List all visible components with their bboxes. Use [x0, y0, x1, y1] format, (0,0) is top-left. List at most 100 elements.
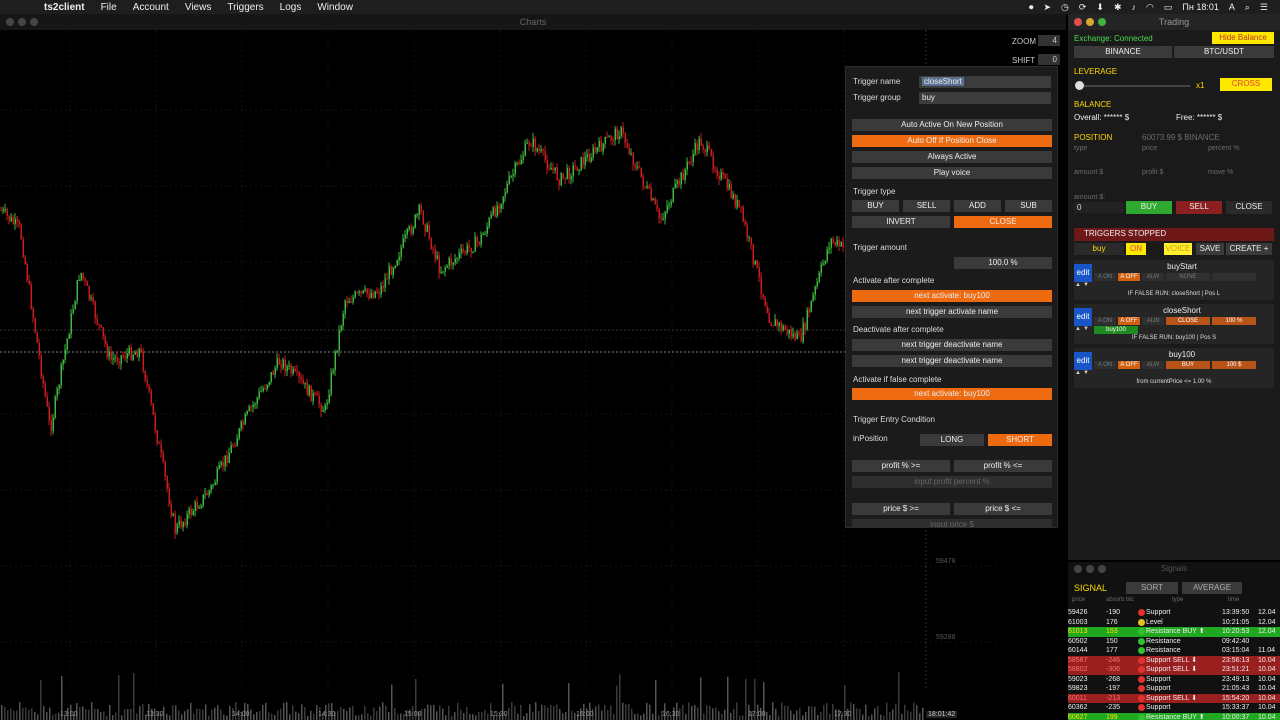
- create-trigger-button[interactable]: CREATE +: [1226, 243, 1272, 255]
- type-sell-button[interactable]: SELL: [903, 200, 950, 212]
- edit-trigger-button[interactable]: edit: [1074, 264, 1092, 282]
- trigger-group-select[interactable]: buy: [1074, 243, 1124, 255]
- move-down-icon[interactable]: ▼: [1083, 326, 1089, 332]
- signal-row[interactable]: 60011 -213 Support SELL ⬇ 15:54:20 10.04: [1068, 693, 1280, 703]
- average-button[interactable]: AVERAGE: [1182, 582, 1242, 594]
- zoom-window-icon[interactable]: [1098, 18, 1106, 26]
- move-down-icon[interactable]: ▼: [1083, 282, 1089, 288]
- signal-row[interactable]: 59823 -197 Support 21:05:43 10.04: [1068, 684, 1280, 694]
- clock-text[interactable]: Пн 18:01: [1182, 2, 1218, 12]
- trigger-group-input[interactable]: buy: [919, 92, 1051, 104]
- short-button[interactable]: SHORT: [988, 434, 1052, 446]
- cross-button[interactable]: CROSS: [1220, 78, 1272, 91]
- zoom-value[interactable]: 4: [1038, 35, 1060, 46]
- trigger-name-input[interactable]: closeShort: [919, 76, 1051, 88]
- input-source-icon[interactable]: A: [1229, 2, 1235, 12]
- menu-app[interactable]: ts2client: [36, 2, 93, 13]
- play-voice-button[interactable]: Play voice: [852, 167, 1052, 179]
- location-icon[interactable]: ➤: [1043, 2, 1051, 13]
- menu-logs[interactable]: Logs: [272, 2, 310, 13]
- menu-icon[interactable]: ☰: [1260, 2, 1268, 13]
- triggers-stopped-banner[interactable]: TRIGGERS STOPPED: [1074, 228, 1274, 241]
- pair-select[interactable]: BTC/USDT: [1174, 46, 1274, 58]
- move-up-icon[interactable]: ▲: [1075, 326, 1081, 332]
- signal-row[interactable]: 58587 -246 Support SELL ⬇ 23:56:13 10.04: [1068, 655, 1280, 665]
- move-up-icon[interactable]: ▲: [1075, 370, 1081, 376]
- trigger-card[interactable]: edit buyStart A ON A OFF ALW NONE ▲ ▼ IF…: [1074, 260, 1274, 300]
- close-window-icon[interactable]: [6, 18, 14, 26]
- auto-off-position-close-button[interactable]: Auto Off If Position Close: [852, 135, 1052, 147]
- sell-button[interactable]: SELL: [1176, 201, 1222, 214]
- auto-active-new-position-button[interactable]: Auto Active On New Position: [852, 119, 1052, 131]
- volume-icon[interactable]: ♪: [1132, 2, 1137, 12]
- move-up-icon[interactable]: ▲: [1075, 282, 1081, 288]
- clock-icon[interactable]: ◷: [1061, 2, 1069, 13]
- sync-icon[interactable]: ⟳: [1079, 2, 1087, 13]
- wifi-icon[interactable]: ◠: [1146, 2, 1154, 13]
- edit-trigger-button[interactable]: edit: [1074, 352, 1092, 370]
- close-window-icon[interactable]: [1074, 565, 1082, 573]
- next-trigger-deactivate-button[interactable]: next trigger deactivate name: [852, 339, 1052, 351]
- minimize-window-icon[interactable]: [1086, 565, 1094, 573]
- profit-ge-button[interactable]: profit % >=: [852, 460, 950, 472]
- menu-account[interactable]: Account: [125, 2, 177, 13]
- next-activate-button[interactable]: next activate: buy100: [852, 290, 1052, 302]
- trigger-card[interactable]: edit closeShort A ON A OFF ALW CLOSE 100…: [1074, 304, 1274, 344]
- download-icon[interactable]: ⬇: [1096, 2, 1104, 13]
- price-le-button[interactable]: price $ <=: [954, 503, 1052, 515]
- type-close-button[interactable]: CLOSE: [954, 216, 1052, 228]
- group-on-toggle[interactable]: ON: [1126, 243, 1146, 255]
- signal-row[interactable]: 61013 153 Resistance BUY ⬆ 10:20:53 12.04: [1068, 627, 1280, 637]
- exchange-select[interactable]: BINANCE: [1074, 46, 1172, 58]
- signal-row[interactable]: 59426 -190 Support 13:39:50 12.04: [1068, 608, 1280, 618]
- sort-button[interactable]: SORT: [1126, 582, 1178, 594]
- search-icon[interactable]: ⌕: [1245, 2, 1250, 13]
- next-trigger-deactivate-button[interactable]: next trigger deactivate name: [852, 355, 1052, 367]
- zoom-window-icon[interactable]: [30, 18, 38, 26]
- price-ge-button[interactable]: price $ >=: [852, 503, 950, 515]
- always-active-button[interactable]: Always Active: [852, 151, 1052, 163]
- shift-value[interactable]: 0: [1038, 54, 1060, 65]
- type-invert-button[interactable]: INVERT: [852, 216, 950, 228]
- minimize-window-icon[interactable]: [1086, 18, 1094, 26]
- type-add-button[interactable]: ADD: [954, 200, 1001, 212]
- type-buy-button[interactable]: BUY: [852, 200, 899, 212]
- signal-row[interactable]: 60144 177 Resistance 03:15:04 11.04: [1068, 646, 1280, 656]
- signal-row[interactable]: 60627 199 Resistance BUY ⬆ 10:00:37 10.04: [1068, 712, 1280, 720]
- menu-file[interactable]: File: [93, 2, 125, 13]
- buy-button[interactable]: BUY: [1126, 201, 1172, 214]
- next-trigger-activate-button[interactable]: next trigger activate name: [852, 306, 1052, 318]
- hide-balance-button[interactable]: Hide Balance: [1212, 32, 1274, 44]
- record-icon[interactable]: ⏺: [1029, 2, 1034, 13]
- signal-row[interactable]: 60362 -235 Support 15:33:37 10.04: [1068, 703, 1280, 713]
- battery-icon[interactable]: ▭: [1164, 2, 1173, 13]
- bluetooth-icon[interactable]: ✱: [1114, 2, 1122, 13]
- profit-le-button[interactable]: profit % <=: [954, 460, 1052, 472]
- price-input[interactable]: input price $: [852, 519, 1052, 527]
- signal-row[interactable]: 60502 150 Resistance 09:42:40: [1068, 637, 1280, 647]
- long-button[interactable]: LONG: [920, 434, 984, 446]
- zoom-window-icon[interactable]: [1098, 565, 1106, 573]
- next-activate-false-button[interactable]: next activate: buy100: [852, 388, 1052, 400]
- close-window-icon[interactable]: [1074, 18, 1082, 26]
- save-triggers-button[interactable]: SAVE: [1196, 243, 1224, 255]
- signal-row[interactable]: 58802 -306 Support SELL ⬇ 23:51:21 10.04: [1068, 665, 1280, 675]
- edit-trigger-button[interactable]: edit: [1074, 308, 1092, 326]
- move-down-icon[interactable]: ▼: [1083, 370, 1089, 376]
- signal-row[interactable]: 59023 -268 Support 23:49:13 10.04: [1068, 675, 1280, 685]
- voice-toggle[interactable]: VOICE: [1164, 243, 1192, 255]
- trigger-card[interactable]: edit buy100 A ON A OFF ALW BUY 100 $ ▲ ▼…: [1074, 348, 1274, 388]
- signals-table[interactable]: 59426 -190 Support 13:39:50 12.04 61003 176 Lev…: [1068, 608, 1280, 720]
- trigger-amount-input[interactable]: 100.0 %: [954, 257, 1052, 269]
- menu-window[interactable]: Window: [309, 2, 361, 13]
- type-sub-button[interactable]: SUB: [1005, 200, 1052, 212]
- leverage-slider-handle[interactable]: [1075, 81, 1084, 90]
- amount-input[interactable]: 0: [1074, 202, 1124, 213]
- minimize-window-icon[interactable]: [18, 18, 26, 26]
- signal-row[interactable]: 61003 176 Level 10:21:05 12.04: [1068, 618, 1280, 628]
- close-position-button[interactable]: CLOSE: [1226, 201, 1272, 214]
- menu-views[interactable]: Views: [177, 2, 220, 13]
- profit-percent-input[interactable]: input profit percent %: [852, 476, 1052, 488]
- leverage-slider[interactable]: [1076, 85, 1190, 87]
- menu-triggers[interactable]: Triggers: [219, 2, 271, 13]
